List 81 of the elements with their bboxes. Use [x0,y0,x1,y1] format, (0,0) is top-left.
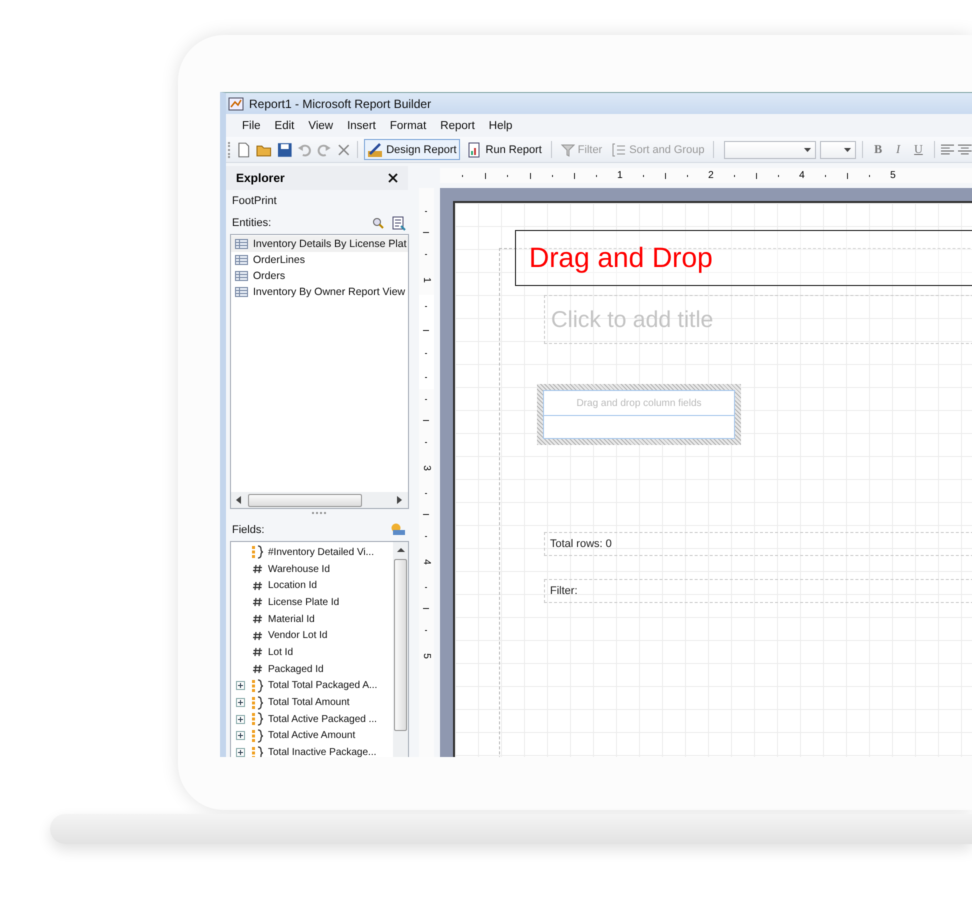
app-icon [228,96,244,112]
fields-label: Fields: [232,524,264,536]
brace-icon [252,712,264,726]
caret-icon [844,148,852,152]
left-arrow-icon[interactable] [236,496,242,504]
entity-item[interactable]: Inventory By Owner Report View [253,286,406,298]
brace-icon [252,678,264,693]
entity-item[interactable]: OrderLines [253,254,305,266]
save-icon[interactable] [277,142,293,158]
splitter-handle[interactable] [312,512,326,516]
field-item[interactable]: Warehouse Id [268,564,330,575]
close-icon[interactable] [388,173,398,183]
text-box[interactable]: Drag and Drop [515,230,972,286]
new-document-icon[interactable] [236,142,252,158]
panel-title: Explorer [236,171,285,185]
table-icon [235,287,248,297]
ruler-number: 5 [421,653,431,659]
ruler-number: 5 [890,170,896,180]
right-arrow-icon[interactable] [397,496,403,504]
menu-item[interactable]: File [236,120,269,132]
filter-icon [560,142,575,156]
field-item[interactable]: #Inventory Detailed Vi... [268,546,374,558]
document-list-icon[interactable] [392,216,406,230]
brace-icon [252,728,264,743]
field-item[interactable]: Total Total Amount [268,697,350,708]
menu-item[interactable]: Format [384,120,434,132]
entity-item[interactable]: Orders [253,270,286,282]
filter-text-box[interactable]: Filter: [544,579,972,603]
ruler-number: 4 [421,559,431,565]
menu-item[interactable]: Report [434,120,483,132]
brace-icon [252,746,264,757]
field-item[interactable]: Material Id [268,614,315,625]
align-center-icon[interactable] [958,144,972,156]
format-button[interactable]: B [869,142,888,157]
ruler-number: 4 [799,170,805,180]
pencil-icon [367,142,384,158]
toolbar-button[interactable]: Design Report [364,139,460,160]
field-item[interactable]: License Plate Id [268,596,340,608]
table-icon [235,255,248,265]
ruler-number: 3 [421,465,431,471]
delete-icon[interactable] [336,142,352,158]
expand-icon[interactable] [236,731,245,740]
sort-list-icon [612,142,626,156]
horizontal-scrollbar[interactable] [231,492,408,508]
align-left-icon[interactable] [940,144,954,156]
ruler-number: 2 [708,170,714,180]
field-item[interactable]: Location Id [268,580,317,592]
menu-item[interactable]: Insert [341,120,384,132]
expand-icon[interactable] [236,681,245,690]
field-item[interactable]: Vendor Lot Id [268,630,328,642]
expand-icon[interactable] [236,748,245,757]
field-item[interactable]: Total Active Amount [268,730,356,742]
ruler-number: 1 [421,277,431,283]
expand-icon[interactable] [236,698,245,708]
expand-icon[interactable] [236,714,245,724]
table-icon [235,239,248,249]
total-rows-text-box[interactable]: Total rows: 0 [544,532,972,556]
ruler-number: 1 [617,170,623,180]
field-item[interactable]: Lot Id [268,646,294,658]
brace-icon [252,545,264,560]
vertical-scrollbar[interactable] [393,542,408,757]
search-icon[interactable] [372,217,384,229]
window-title: Report1 - Microsoft Report Builder [249,96,432,110]
table-icon [235,271,248,281]
menu-item[interactable]: Help [482,120,520,132]
caret-icon [804,148,811,152]
field-item[interactable]: Total Active Packaged ... [268,714,377,725]
field-item[interactable]: Total Inactive Package... [268,747,376,757]
field-item[interactable]: Total Total Packaged A... [268,680,378,692]
font-size-dropdown[interactable] [820,140,856,158]
toolbar-button[interactable]: Run Report [464,139,545,160]
data-source-label: FootPrint [232,195,277,207]
up-arrow-icon[interactable] [396,547,404,553]
format-button[interactable]: U [909,142,928,157]
brace-icon [252,696,264,710]
menu-item[interactable]: Edit [268,120,302,132]
format-button[interactable]: I [891,142,906,157]
table-header-cell: Drag and drop column fields [544,391,734,416]
entities-label: Entities: [232,217,272,229]
menu-item[interactable]: View [302,120,342,132]
field-item[interactable]: Packaged Id [268,664,324,675]
